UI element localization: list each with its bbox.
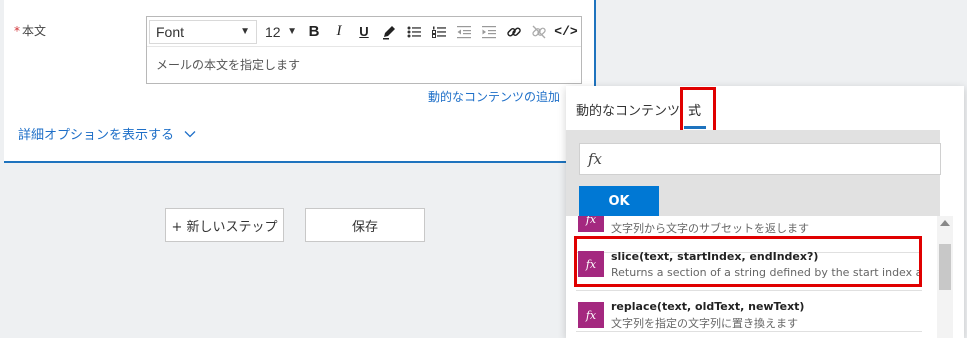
indent-icon <box>482 25 496 38</box>
save-button[interactable]: 保存 <box>305 208 425 242</box>
add-dynamic-content-link[interactable]: 動的なコンテンツの追加 <box>428 88 560 105</box>
fx-icon: fx <box>588 150 603 168</box>
pen-icon <box>383 25 395 39</box>
bullet-list-icon <box>407 26 421 37</box>
divider <box>576 331 922 332</box>
popup-tabs: 動的なコンテンツ 式 <box>566 86 964 130</box>
advanced-options-label: 詳細オプションを表示する <box>18 128 175 143</box>
chevron-down-icon: ▼ <box>240 26 250 37</box>
underline-button[interactable]: U <box>352 20 376 44</box>
unlink-icon <box>532 25 546 38</box>
scroll-up-icon[interactable] <box>940 220 950 226</box>
font-size-select[interactable]: 12 ▼ <box>261 20 301 44</box>
numbered-list-icon <box>432 26 446 38</box>
scrollbar-thumb[interactable] <box>939 244 951 290</box>
numbered-list-button[interactable] <box>427 20 451 44</box>
bold-button[interactable]: B <box>302 20 326 44</box>
function-name: replace(text, oldText, newText) <box>611 300 805 313</box>
font-select[interactable]: Font ▼ <box>149 19 257 44</box>
expression-input[interactable]: fx <box>579 143 941 175</box>
show-advanced-options-link[interactable]: 詳細オプションを表示する <box>18 124 196 143</box>
bullet-list-button[interactable] <box>402 20 426 44</box>
body-editor-placeholder: メールの本文を指定します <box>156 58 301 72</box>
function-description: 文字列から文字のサブセットを返します <box>611 222 809 235</box>
slice-function-highlight <box>574 236 922 287</box>
link-button[interactable] <box>502 20 526 44</box>
chevron-down-icon <box>184 130 196 137</box>
chevron-down-icon: ▼ <box>287 26 297 37</box>
expression-tab-highlight <box>680 87 716 134</box>
divider <box>576 290 922 291</box>
required-mark: * <box>14 24 20 38</box>
editor-toolbar: Font ▼ 12 ▼ B I U </> <box>147 17 581 47</box>
body-editor[interactable]: Font ▼ 12 ▼ B I U </> メールの本文を指定します <box>146 16 582 84</box>
body-field-label: * 本文 <box>14 22 46 39</box>
outdent-button[interactable] <box>452 20 476 44</box>
ok-button[interactable]: OK <box>579 186 659 216</box>
tab-dynamic-content[interactable]: 動的なコンテンツ <box>576 100 680 119</box>
function-list-scrollbar[interactable] <box>937 216 953 338</box>
function-icon: fx <box>578 216 604 232</box>
dynamic-content-popup: 動的なコンテンツ 式 fx OK fx 文字列から文字のサブセットを返します f… <box>566 86 964 338</box>
italic-button[interactable]: I <box>327 20 351 44</box>
indent-button[interactable] <box>477 20 501 44</box>
action-card: * 本文 Font ▼ 12 ▼ B I U </> メールの本文を指定します … <box>4 0 596 163</box>
new-step-button[interactable]: + 新しいステップ <box>165 208 284 242</box>
code-view-button[interactable]: </> <box>552 20 580 44</box>
font-size-value: 12 <box>265 23 281 40</box>
link-icon <box>507 26 521 36</box>
font-select-value: Font <box>156 23 185 40</box>
function-icon: fx <box>578 302 604 328</box>
function-description: 文字列を指定の文字列に置き換えます <box>611 317 798 330</box>
outdent-icon <box>457 25 471 38</box>
unlink-button[interactable] <box>527 20 551 44</box>
body-label-text: 本文 <box>22 24 47 38</box>
color-pen-button[interactable] <box>377 20 401 44</box>
